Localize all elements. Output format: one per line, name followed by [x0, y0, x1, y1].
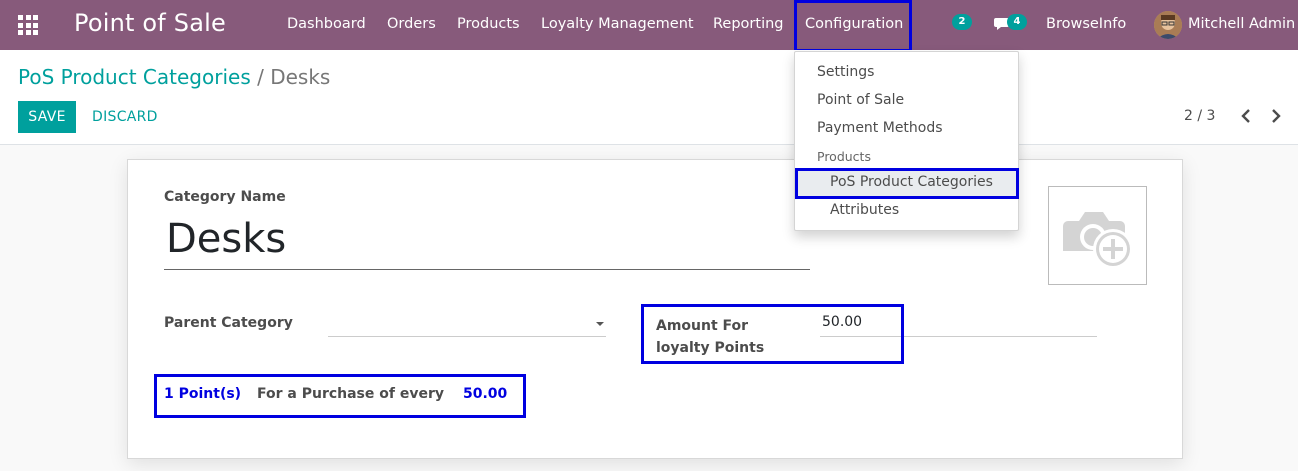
highlight-configuration [794, 0, 912, 52]
dropdown-section-products: Products [817, 149, 871, 164]
dropdown-item-settings[interactable]: Settings [817, 64, 874, 80]
highlight-pos-product-categories [795, 168, 1019, 199]
dropdown-item-attributes[interactable]: Attributes [830, 202, 899, 218]
top-navbar: Point of Sale Dashboard Orders Products … [0, 0, 1298, 52]
menu-products[interactable]: Products [457, 16, 520, 32]
message-badge[interactable]: 4 [1007, 14, 1027, 30]
highlight-amount [641, 304, 904, 364]
breadcrumb-current: Desks [270, 65, 331, 89]
discard-button[interactable]: DISCARD [92, 109, 158, 125]
highlight-points [154, 374, 526, 418]
category-name-label: Category Name [164, 189, 286, 205]
parent-category-label: Parent Category [164, 315, 293, 331]
avatar[interactable] [1154, 11, 1182, 39]
activity-badge[interactable]: 2 [952, 14, 972, 30]
image-upload[interactable] [1048, 186, 1147, 285]
chevron-left-icon[interactable] [1238, 106, 1254, 126]
breadcrumb-separator: / [257, 65, 264, 89]
user-menu[interactable]: Mitchell Admin [1188, 16, 1295, 32]
dropdown-item-point-of-sale[interactable]: Point of Sale [817, 92, 904, 108]
apps-grid-icon[interactable] [18, 15, 38, 35]
menu-dashboard[interactable]: Dashboard [287, 16, 366, 32]
parent-category-select[interactable] [328, 336, 606, 337]
camera-plus-icon [1063, 212, 1133, 269]
save-button[interactable]: SAVE [18, 101, 76, 133]
pager-value[interactable]: 2 / 3 [1184, 108, 1215, 124]
menu-loyalty-management[interactable]: Loyalty Management [541, 16, 694, 32]
configuration-dropdown: Settings Point of Sale Payment Methods P… [794, 51, 1019, 231]
dropdown-item-payment-methods[interactable]: Payment Methods [817, 120, 943, 136]
chevron-right-icon[interactable] [1268, 106, 1284, 126]
control-panel: PoS Product Categories / Desks SAVE DISC… [0, 50, 1298, 145]
menu-reporting[interactable]: Reporting [713, 16, 784, 32]
breadcrumb-parent[interactable]: PoS Product Categories [18, 65, 251, 89]
breadcrumb: PoS Product Categories / Desks [18, 65, 330, 89]
form-sheet: Category Name Desks Parent Category Amou… [127, 159, 1183, 459]
caret-down-icon[interactable] [596, 322, 604, 326]
company-switcher[interactable]: BrowseInfo [1046, 16, 1126, 32]
menu-orders[interactable]: Orders [387, 16, 436, 32]
app-title[interactable]: Point of Sale [74, 9, 226, 37]
category-name-input[interactable]: Desks [164, 212, 810, 270]
